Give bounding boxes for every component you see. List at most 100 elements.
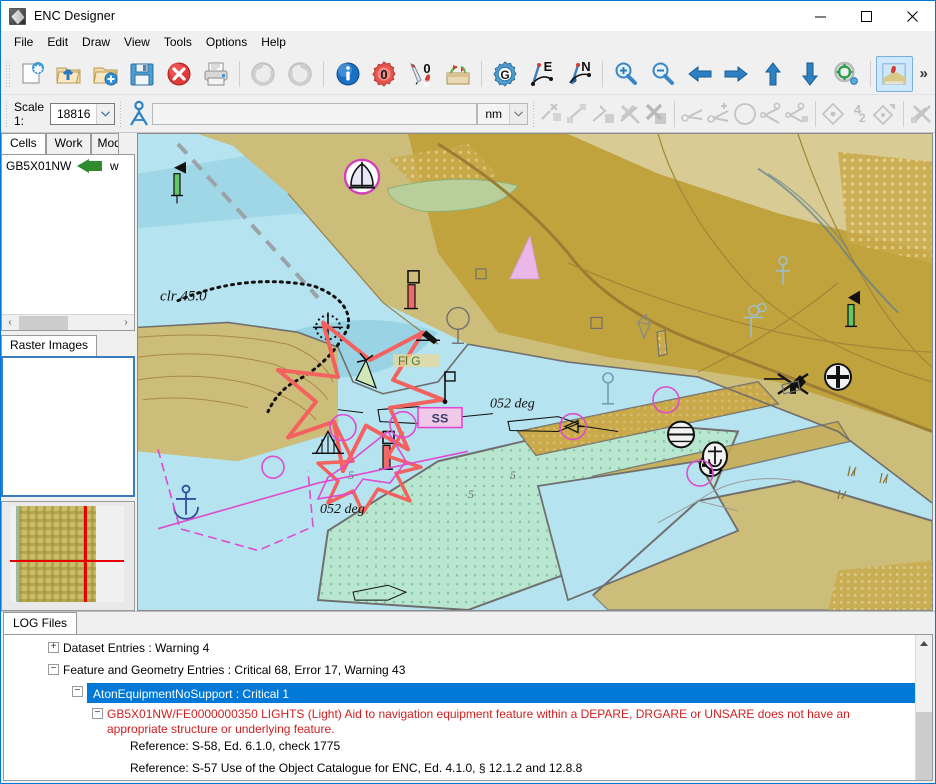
- pan-right-icon[interactable]: [718, 56, 755, 92]
- svg-text:5: 5: [468, 487, 474, 501]
- expander-icon[interactable]: +: [48, 642, 59, 653]
- renumber-icon[interactable]: 42: [846, 98, 872, 130]
- scroll-track[interactable]: [69, 315, 118, 331]
- log-vertical-scrollbar[interactable]: [915, 635, 932, 780]
- pencil-pdf-icon[interactable]: 0: [403, 56, 440, 92]
- minimize-button[interactable]: [797, 1, 843, 31]
- pan-left-icon[interactable]: [681, 56, 718, 92]
- print-icon[interactable]: [197, 56, 234, 92]
- expander-icon[interactable]: −: [48, 664, 59, 675]
- pan-down-icon[interactable]: [791, 56, 828, 92]
- menu-edit[interactable]: Edit: [40, 33, 75, 51]
- log-tree[interactable]: + Dataset Entries : Warning 4 − Feature …: [4, 635, 915, 780]
- diamond-node-icon[interactable]: [820, 98, 846, 130]
- selected-row-highlight[interactable]: AtonEquipmentNoSupport : Critical 1: [87, 683, 915, 703]
- menu-options[interactable]: Options: [199, 33, 254, 51]
- log-tree-node[interactable]: − Feature and Geometry Entries : Critica…: [4, 661, 915, 683]
- zoom-out-icon[interactable]: [645, 56, 682, 92]
- expander-icon[interactable]: −: [72, 686, 83, 697]
- chevron-down-icon[interactable]: [96, 103, 115, 124]
- gear-g-icon[interactable]: G: [487, 56, 524, 92]
- redo-icon[interactable]: [282, 56, 319, 92]
- scroll-right-icon[interactable]: ›: [118, 315, 134, 331]
- main-toolbar: 0 0 G E N »: [1, 53, 935, 95]
- distance-input[interactable]: [152, 102, 478, 125]
- circle-icon[interactable]: [732, 98, 758, 130]
- log-tree-node[interactable]: − GB5X01NW/FE0000000350 LIGHTS (Light) A…: [4, 705, 915, 737]
- axis-north-icon[interactable]: N: [560, 56, 597, 92]
- menu-draw[interactable]: Draw: [75, 33, 117, 51]
- line-add-icon[interactable]: [706, 98, 732, 130]
- expander-icon[interactable]: −: [92, 708, 103, 719]
- toolbar-grip[interactable]: [5, 60, 11, 87]
- green-arrow-icon[interactable]: [74, 159, 104, 173]
- clean-tools-icon[interactable]: [909, 98, 935, 130]
- zoom-in-icon[interactable]: [608, 56, 645, 92]
- gear-zero-icon[interactable]: 0: [366, 56, 403, 92]
- scroll-left-icon[interactable]: ‹: [2, 315, 18, 331]
- scroll-up-icon[interactable]: [916, 635, 933, 652]
- zoom-extent-icon[interactable]: [828, 56, 865, 92]
- log-tree-node[interactable]: + Dataset Entries : Warning 4: [4, 639, 915, 661]
- log-tree-node[interactable]: Reference: S-58, Ed. 6.1.0, check 1775: [4, 737, 915, 759]
- digitize-point-icon[interactable]: [565, 98, 591, 130]
- menu-help[interactable]: Help: [254, 33, 293, 51]
- insert-node-icon[interactable]: [617, 98, 643, 130]
- raster-images-list[interactable]: [1, 356, 135, 497]
- svg-text:2: 2: [859, 111, 866, 125]
- move-node-icon[interactable]: [591, 98, 617, 130]
- cells-list[interactable]: GB5X01NW w ‹ ›: [1, 154, 135, 331]
- scroll-thumb[interactable]: [19, 315, 68, 330]
- axis-east-icon[interactable]: E: [524, 56, 561, 92]
- chart-canvas[interactable]: clr 45.0 Fl G SS 052 deg 052 deg 5 5 5: [137, 133, 933, 611]
- raster-image-icon[interactable]: [875, 55, 913, 92]
- save-floppy-icon[interactable]: [124, 56, 161, 92]
- line-end-icon[interactable]: [680, 98, 706, 130]
- menu-view[interactable]: View: [117, 33, 157, 51]
- add-folder-icon[interactable]: [87, 56, 124, 92]
- merge-line-icon[interactable]: [784, 98, 810, 130]
- log-tree-node[interactable]: Reference: S-57 Use of the Object Catalo…: [4, 759, 915, 780]
- cells-horizontal-scrollbar[interactable]: ‹ ›: [2, 314, 134, 330]
- digitize-line-icon[interactable]: [539, 98, 565, 130]
- maximize-button[interactable]: [843, 1, 889, 31]
- scroll-thumb[interactable]: [915, 712, 932, 780]
- unit-combo[interactable]: nm: [477, 102, 529, 125]
- info-icon[interactable]: [329, 56, 366, 92]
- scale-toolbar-grip-3[interactable]: [532, 100, 536, 127]
- log-node-text: Reference: S-57 Use of the Object Catalo…: [130, 761, 583, 775]
- scale-toolbar-grip-2[interactable]: [119, 100, 124, 127]
- tab-log-files[interactable]: LOG Files: [3, 612, 78, 634]
- tab-mod[interactable]: Mod: [91, 133, 120, 154]
- tab-raster-images[interactable]: Raster Images: [1, 335, 98, 356]
- overview-map-panel[interactable]: [1, 501, 135, 611]
- chevron-down-icon[interactable]: [509, 103, 528, 124]
- divider-compass-icon[interactable]: [126, 98, 152, 130]
- delete-error-icon[interactable]: [161, 56, 198, 92]
- tab-work[interactable]: Work: [45, 133, 92, 154]
- diamond-move-icon[interactable]: [872, 98, 898, 130]
- undo-icon[interactable]: [245, 56, 282, 92]
- light-characteristic-label: Fl G: [398, 354, 421, 368]
- open-folder-up-icon[interactable]: [50, 56, 87, 92]
- menu-file[interactable]: File: [7, 33, 40, 51]
- log-tree-node-selected[interactable]: − AtonEquipmentNoSupport : Critical 1: [4, 683, 915, 705]
- new-cell-icon[interactable]: [14, 56, 51, 92]
- log-node-text: AtonEquipmentNoSupport : Critical 1: [93, 687, 290, 701]
- overview-map[interactable]: [10, 506, 124, 602]
- toolbar-overflow-chevron[interactable]: »: [913, 65, 935, 82]
- log-panel: LOG Files + Dataset Entries : Warning 4 …: [1, 611, 935, 783]
- scale-combo[interactable]: 18816: [50, 102, 116, 125]
- svg-text:N: N: [581, 60, 590, 74]
- pan-up-icon[interactable]: [755, 56, 792, 92]
- close-button[interactable]: [889, 1, 935, 31]
- menu-tools[interactable]: Tools: [157, 33, 199, 51]
- log-body: + Dataset Entries : Warning 4 − Feature …: [3, 634, 933, 781]
- split-line-icon[interactable]: [758, 98, 784, 130]
- toolbox-icon[interactable]: [439, 56, 476, 92]
- delete-node-icon[interactable]: [643, 98, 669, 130]
- cell-list-item[interactable]: GB5X01NW w: [2, 155, 134, 173]
- log-tabstrip: LOG Files: [1, 612, 935, 634]
- scale-toolbar-grip[interactable]: [5, 100, 9, 127]
- tab-cells[interactable]: Cells: [1, 133, 46, 154]
